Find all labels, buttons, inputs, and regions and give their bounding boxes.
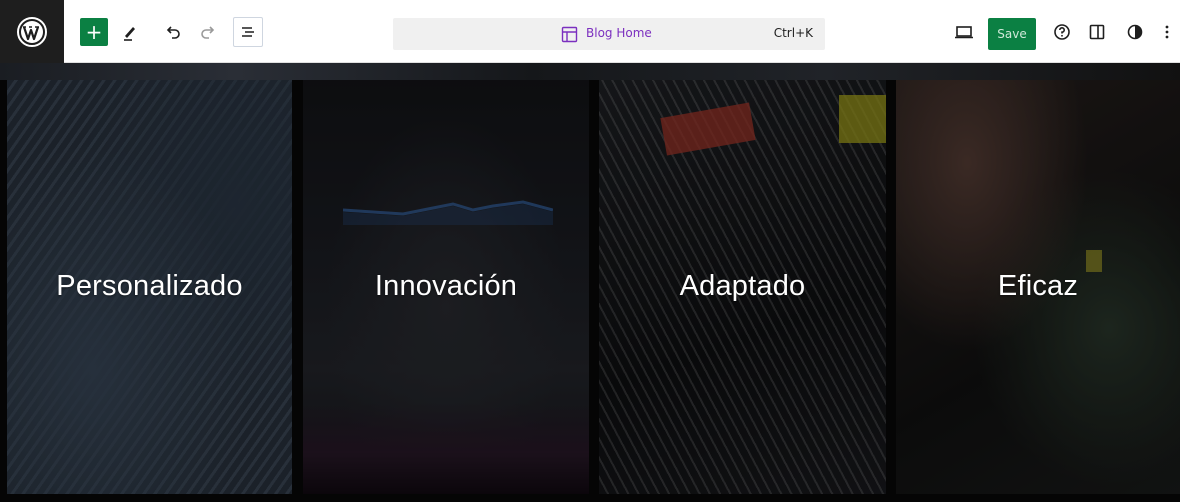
panel-heading: Innovación <box>374 270 518 302</box>
help-icon <box>1054 24 1070 40</box>
shortcut-hint: Ctrl+K <box>773 26 813 40</box>
add-block-button[interactable]: + <box>80 18 108 46</box>
pencil-icon <box>124 27 135 41</box>
redo-button[interactable] <box>195 18 223 46</box>
feature-panel-eficaz[interactable]: Eficaz <box>896 80 1180 494</box>
feature-panel-adaptado[interactable]: Adaptado <box>599 80 886 494</box>
command-palette-bar[interactable]: Blog Home Ctrl+K <box>393 18 825 50</box>
wordpress-logo-icon[interactable] <box>0 0 64 63</box>
document-overview-button[interactable] <box>233 17 263 47</box>
panel-heading: Adaptado <box>679 270 806 302</box>
feature-panel-personalizado[interactable]: Personalizado <box>7 80 292 494</box>
help-button[interactable] <box>1048 18 1076 46</box>
feature-panel-innovacion[interactable]: Innovación <box>303 80 589 494</box>
device-preview-button[interactable] <box>950 18 978 46</box>
styles-button[interactable] <box>1121 18 1149 46</box>
contrast-icon <box>1127 24 1143 40</box>
edit-tools-button[interactable] <box>116 18 144 46</box>
editor-toolbar: + Blog Home Ctrl+K Save <box>0 0 1180 63</box>
undo-icon <box>166 26 180 39</box>
sidebar-icon <box>1089 24 1105 40</box>
more-vertical-icon <box>1165 25 1169 39</box>
list-view-icon <box>242 27 254 37</box>
redo-icon <box>201 26 215 39</box>
add-block-label: + <box>85 20 103 44</box>
save-button[interactable]: Save <box>988 18 1036 50</box>
settings-sidebar-button[interactable] <box>1083 18 1111 46</box>
canvas-top-image-strip <box>0 63 1180 80</box>
panel-heading: Eficaz <box>997 270 1079 302</box>
panel-heading: Personalizado <box>56 270 243 302</box>
undo-button[interactable] <box>158 18 186 46</box>
options-button[interactable] <box>1160 18 1174 46</box>
layout-icon <box>561 26 578 43</box>
editor-canvas: Personalizado Innovación Adaptado Eficaz <box>0 63 1180 502</box>
desktop-icon <box>955 26 973 39</box>
template-title: Blog Home <box>586 26 652 40</box>
